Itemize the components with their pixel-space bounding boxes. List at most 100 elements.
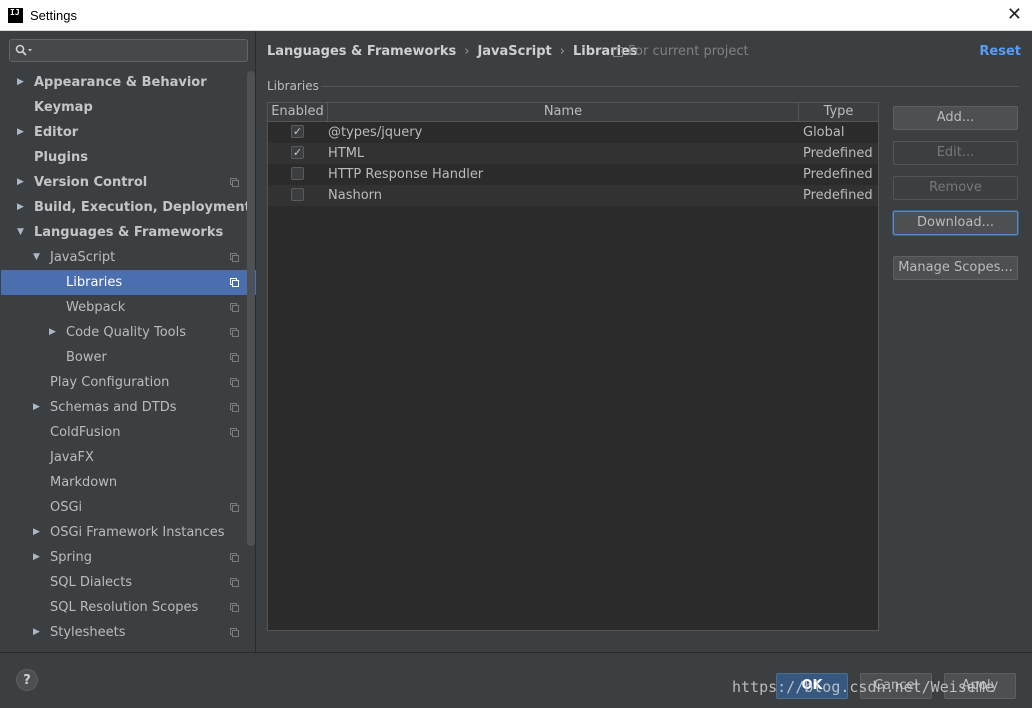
- window-title: Settings: [30, 8, 77, 23]
- edit-button[interactable]: Edit...: [893, 141, 1018, 165]
- sidebar-item-label: Languages & Frameworks: [34, 225, 224, 240]
- sidebar-item-label: OSGi: [50, 500, 83, 515]
- reset-link[interactable]: Reset: [979, 44, 1021, 59]
- column-header-type[interactable]: Type: [799, 103, 878, 121]
- expand-right-icon[interactable]: ▶: [33, 545, 40, 570]
- expand-down-icon[interactable]: ▼: [17, 220, 24, 245]
- library-type: Predefined: [803, 188, 873, 203]
- sidebar-item[interactable]: SQL Resolution Scopes: [1, 595, 256, 620]
- window-titlebar: IJ Settings ✕: [0, 0, 1032, 31]
- sidebar-item[interactable]: ColdFusion: [1, 420, 256, 445]
- table-row[interactable]: Nashorn Predefined: [268, 185, 878, 206]
- sidebar-item-label: SQL Dialects: [50, 575, 133, 590]
- remove-button[interactable]: Remove: [893, 176, 1018, 200]
- expand-right-icon[interactable]: ▶: [17, 120, 24, 145]
- table-row[interactable]: ✓ @types/jquery Global: [268, 122, 878, 143]
- library-name: HTML: [328, 146, 365, 161]
- expand-right-icon[interactable]: ▶: [49, 320, 56, 345]
- table-row[interactable]: HTTP Response Handler Predefined: [268, 164, 878, 185]
- sidebar-item[interactable]: ▶ Build, Execution, Deployment: [1, 195, 256, 220]
- expand-right-icon[interactable]: ▶: [33, 395, 40, 420]
- project-copy-icon: [230, 378, 239, 387]
- scope-note: For current project: [613, 44, 749, 59]
- sidebar-item[interactable]: Markdown: [1, 470, 256, 495]
- project-copy-icon: [230, 578, 239, 587]
- close-icon[interactable]: ✕: [1007, 4, 1022, 25]
- column-header-name[interactable]: Name: [328, 103, 799, 121]
- sidebar-item-label: Libraries: [66, 275, 123, 290]
- expand-right-icon[interactable]: ▶: [33, 620, 40, 645]
- sidebar-item[interactable]: Libraries: [1, 270, 256, 295]
- sidebar-item-label: Build, Execution, Deployment: [34, 200, 251, 215]
- expand-right-icon[interactable]: ▶: [17, 70, 24, 95]
- expand-right-icon[interactable]: ▶: [17, 170, 24, 195]
- sidebar-item[interactable]: Bower: [1, 345, 256, 370]
- settings-tree: ▶ Appearance & Behavior Keymap ▶ Editor Plugi…: [1, 70, 256, 645]
- sidebar-item[interactable]: Play Configuration: [1, 370, 256, 395]
- project-copy-icon: [230, 428, 239, 437]
- sidebar-item[interactable]: SQL Dialects: [1, 570, 256, 595]
- sidebar-item-label: Stylesheets: [50, 625, 126, 640]
- project-copy-icon: [230, 328, 239, 337]
- sidebar-item[interactable]: ▶ Spring: [1, 545, 256, 570]
- sidebar-item-label: Schemas and DTDs: [50, 400, 177, 415]
- sidebar-item-label: Spring: [50, 550, 92, 565]
- project-copy-icon: [230, 353, 239, 362]
- sidebar-item[interactable]: ▼ JavaScript: [1, 245, 256, 270]
- breadcrumb-item[interactable]: Languages & Frameworks: [267, 44, 456, 59]
- project-copy-icon: [230, 603, 239, 612]
- intellij-app-icon: IJ: [8, 8, 23, 23]
- enabled-checkbox[interactable]: [291, 167, 304, 180]
- expand-right-icon[interactable]: ▶: [17, 195, 24, 220]
- enabled-checkbox[interactable]: ✓: [291, 125, 304, 138]
- sidebar-item[interactable]: ▶ OSGi Framework Instances: [1, 520, 256, 545]
- add-button[interactable]: Add...: [893, 106, 1018, 130]
- library-name: Nashorn: [328, 188, 383, 203]
- project-copy-icon: [230, 178, 239, 187]
- sidebar-item-label: Markdown: [50, 475, 118, 490]
- library-type: Predefined: [803, 146, 873, 161]
- sidebar-item[interactable]: ▶ Schemas and DTDs: [1, 395, 256, 420]
- sidebar-item[interactable]: Webpack: [1, 295, 256, 320]
- enabled-checkbox[interactable]: ✓: [291, 146, 304, 159]
- manage-scopes-button[interactable]: Manage Scopes...: [893, 256, 1018, 280]
- expand-right-icon[interactable]: ▶: [33, 520, 40, 545]
- column-header-enabled[interactable]: Enabled: [268, 103, 328, 121]
- enabled-checkbox[interactable]: [291, 188, 304, 201]
- table-header: Enabled Name Type: [268, 103, 878, 122]
- sidebar-item[interactable]: OSGi: [1, 495, 256, 520]
- sidebar-scrollbar[interactable]: [247, 71, 255, 546]
- sidebar-item[interactable]: Plugins: [1, 145, 256, 170]
- section-divider: [321, 86, 1019, 87]
- breadcrumb-item[interactable]: JavaScript: [477, 44, 551, 59]
- sidebar-item[interactable]: ▼ Languages & Frameworks: [1, 220, 256, 245]
- sidebar-item-label: JavaFX: [50, 450, 94, 465]
- chevron-right-icon: ›: [464, 44, 470, 59]
- help-icon[interactable]: ?: [16, 669, 38, 691]
- sidebar-item-label: Editor: [34, 125, 79, 140]
- sidebar-item-label: Play Configuration: [50, 375, 170, 390]
- sidebar-item[interactable]: ▶ Code Quality Tools: [1, 320, 256, 345]
- sidebar-item[interactable]: JavaFX: [1, 445, 256, 470]
- project-copy-icon: [613, 46, 623, 57]
- sidebar-item[interactable]: ▶ Stylesheets: [1, 620, 256, 645]
- sidebar-item[interactable]: ▶ Appearance & Behavior: [1, 70, 256, 95]
- library-name: @types/jquery: [328, 125, 423, 140]
- sidebar-item-label: Keymap: [34, 100, 93, 115]
- table-row[interactable]: ✓ HTML Predefined: [268, 143, 878, 164]
- settings-sidebar: ▶ Appearance & Behavior Keymap ▶ Editor Plugi…: [1, 31, 256, 652]
- section-title: Libraries: [267, 79, 319, 93]
- library-type: Global: [803, 125, 845, 140]
- sidebar-item[interactable]: Keymap: [1, 95, 256, 120]
- sidebar-item[interactable]: ▶ Version Control: [1, 170, 256, 195]
- sidebar-item-label: JavaScript: [50, 250, 116, 265]
- chevron-right-icon: ›: [559, 44, 565, 59]
- sidebar-item-label: ColdFusion: [50, 425, 121, 440]
- scope-note-text: For current project: [628, 44, 749, 59]
- project-copy-icon: [230, 278, 239, 287]
- search-input[interactable]: [9, 39, 248, 62]
- sidebar-item[interactable]: ▶ Editor: [1, 120, 256, 145]
- expand-down-icon[interactable]: ▼: [33, 245, 40, 270]
- download-button[interactable]: Download...: [893, 211, 1018, 235]
- sidebar-item-label: SQL Resolution Scopes: [50, 600, 199, 615]
